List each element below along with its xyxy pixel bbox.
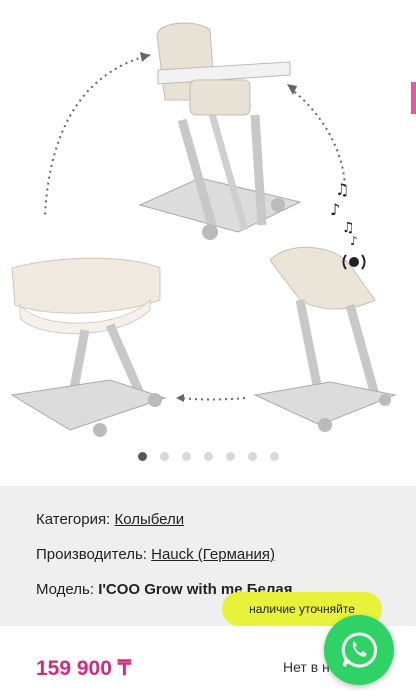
manufacturer-label: Производитель: [36, 546, 147, 563]
category-link[interactable]: Колыбели [114, 511, 184, 528]
svg-text:♪: ♪ [330, 200, 340, 219]
manufacturer-link[interactable]: Hauck (Германия) [151, 546, 275, 563]
category-row: Категория: Колыбели [36, 511, 184, 528]
carousel-dot[interactable] [159, 452, 169, 461]
page-scroll-indicator [411, 82, 416, 114]
product-image: ♫ ♪ ♫ ♪ [10, 22, 397, 437]
carousel-dot[interactable] [247, 452, 257, 461]
carousel-dot[interactable] [181, 452, 191, 461]
high-chair-illustration [138, 22, 302, 240]
carousel-dot[interactable] [203, 452, 213, 461]
manufacturer-row: Производитель: Hauck (Германия) [36, 546, 275, 563]
category-label: Категория: [36, 511, 111, 528]
carousel-dot[interactable] [269, 452, 279, 461]
stock-status: Нет в н [283, 659, 330, 675]
bouncer-illustration [253, 246, 397, 432]
carousel-indicators[interactable] [0, 452, 416, 461]
svg-text:♪: ♪ [350, 234, 358, 248]
svg-text:♫: ♫ [335, 180, 349, 199]
product-price: 159 900 ₸ [36, 657, 132, 680]
whatsapp-button[interactable] [324, 615, 394, 685]
music-note-icon: ♫ ♪ ♫ ♪ [330, 180, 358, 248]
whatsapp-icon [341, 632, 378, 668]
bassinet-illustration [10, 257, 167, 437]
carousel-dot[interactable] [225, 452, 235, 461]
product-image-gallery[interactable]: ♫ ♪ ♫ ♪ [0, 0, 416, 486]
model-label: Модель: [36, 581, 95, 598]
carousel-dot[interactable] [137, 452, 147, 461]
